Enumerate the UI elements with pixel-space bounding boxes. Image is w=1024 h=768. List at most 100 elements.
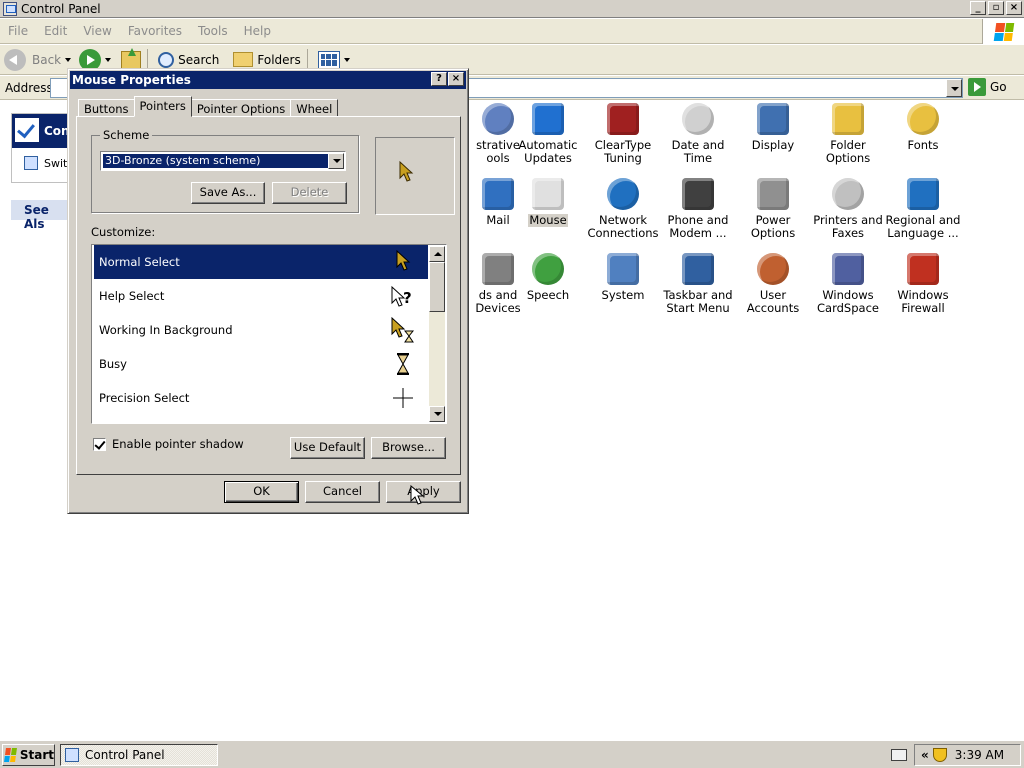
dialog-close-button[interactable]: × <box>448 72 464 86</box>
search-button[interactable]: Search <box>158 51 219 68</box>
keyboard-icon[interactable] <box>891 749 907 761</box>
window-title: Control Panel <box>21 1 101 16</box>
control-panel-item[interactable]: Regional and Language ... <box>883 178 963 240</box>
clock[interactable]: 3:39 AM <box>955 748 1004 762</box>
ok-button[interactable]: OK <box>224 481 299 503</box>
minimize-button[interactable]: _ <box>970 1 986 15</box>
scroll-up-button[interactable] <box>429 246 445 262</box>
control-panel-item[interactable]: Date and Time <box>658 103 738 165</box>
views-button[interactable] <box>317 50 354 69</box>
control-panel-item-label: Automatic Updates <box>518 138 578 165</box>
control-panel-item[interactable]: Windows Firewall <box>883 253 963 315</box>
cursor-list-scrollbar[interactable] <box>429 246 445 422</box>
scroll-down-button[interactable] <box>429 406 445 422</box>
help-button[interactable]: ? <box>431 72 447 86</box>
control-panel-check-icon <box>14 117 40 143</box>
help-select-cursor-icon: ? <box>391 285 412 307</box>
window-titlebar[interactable]: Control Panel _ ▫ × <box>0 0 1024 18</box>
chevron-down-icon <box>65 57 72 62</box>
menu-tools[interactable]: Tools <box>190 24 236 38</box>
control-panel-item[interactable]: Mouse <box>508 178 588 227</box>
close-button[interactable]: × <box>1006 1 1022 15</box>
security-shield-icon[interactable] <box>932 748 947 762</box>
dialog-title: Mouse Properties <box>72 73 191 87</box>
control-panel-item[interactable]: Speech <box>508 253 588 302</box>
control-panel-item-label: Display <box>751 138 795 152</box>
chevron-down-icon <box>105 57 112 62</box>
list-item[interactable]: Busy <box>94 347 428 381</box>
windows-flag-icon <box>4 748 17 762</box>
control-panel-item-label: Mail <box>486 213 510 227</box>
dialog-tabs: Buttons Pointers Pointer Options Wheel <box>78 96 339 117</box>
pointer-shadow-checkbox[interactable]: Enable pointer shadow <box>93 437 244 451</box>
control-panel-item-label: Power Options <box>750 213 796 240</box>
crosshair-icon <box>393 388 413 408</box>
scheme-label: Scheme <box>100 128 153 142</box>
tab-wheel[interactable]: Wheel <box>290 99 339 117</box>
control-panel-item[interactable]: Fonts <box>883 103 963 152</box>
tab-buttons[interactable]: Buttons <box>78 99 135 117</box>
list-item[interactable]: Help Select ? <box>94 279 428 313</box>
dialog-titlebar[interactable]: Mouse Properties ? × <box>70 71 466 89</box>
cardspace-icon <box>832 253 864 285</box>
address-dropdown-button[interactable] <box>946 79 962 97</box>
control-panel-item-label: Folder Options <box>825 138 871 165</box>
control-panel-item[interactable]: Folder Options <box>808 103 888 165</box>
cancel-button[interactable]: Cancel <box>305 481 380 503</box>
save-as-button[interactable]: Save As... <box>191 182 265 204</box>
cursor-list[interactable]: Normal Select Help Select ? Working In B… <box>91 244 447 424</box>
up-folder-icon[interactable] <box>121 47 142 69</box>
control-panel-item[interactable]: Windows CardSpace <box>808 253 888 315</box>
show-hidden-icons-chevron-icon[interactable]: « <box>921 748 929 762</box>
folders-button[interactable]: Folders <box>233 52 301 67</box>
see-also-header[interactable]: See Als <box>11 200 71 231</box>
taskbar-icon <box>682 253 714 285</box>
address-label: Address <box>5 80 53 95</box>
control-panel-item[interactable]: Taskbar and Start Menu <box>658 253 738 315</box>
menu-file[interactable]: File <box>0 24 36 38</box>
scheme-dropdown-button[interactable] <box>328 153 344 169</box>
use-default-button[interactable]: Use Default <box>290 437 365 459</box>
control-panel-item[interactable]: Network Connections <box>583 178 663 240</box>
menu-help[interactable]: Help <box>236 24 279 38</box>
list-item[interactable]: Normal Select <box>94 245 428 279</box>
views-icon <box>317 50 340 69</box>
scheme-select[interactable]: 3D-Bronze (system scheme) <box>100 151 346 171</box>
menu-view[interactable]: View <box>75 24 119 38</box>
switch-view-link[interactable]: Swit <box>12 148 70 170</box>
maximize-button[interactable]: ▫ <box>988 1 1004 15</box>
delete-button[interactable]: Delete <box>272 182 347 204</box>
tab-pointers[interactable]: Pointers <box>133 96 192 117</box>
tab-pointer-options[interactable]: Pointer Options <box>190 99 292 117</box>
speech-icon <box>532 253 564 285</box>
search-icon <box>158 51 175 68</box>
control-panel-item[interactable]: Power Options <box>733 178 813 240</box>
list-item[interactable]: Precision Select <box>94 381 428 415</box>
start-button[interactable]: Start <box>2 744 55 766</box>
taskbar: Start Control Panel « 3:39 AM <box>0 740 1024 768</box>
go-arrow-icon <box>968 78 986 96</box>
browse-button[interactable]: Browse... <box>371 437 446 459</box>
menu-favorites[interactable]: Favorites <box>120 24 190 38</box>
working-background-cursor-icon <box>391 317 415 343</box>
cursor-preview <box>375 137 455 215</box>
control-panel-item[interactable]: Display <box>733 103 813 152</box>
taskbar-item-control-panel[interactable]: Control Panel <box>60 744 218 766</box>
go-button[interactable]: Go <box>968 78 1007 96</box>
fonts-icon <box>907 103 939 135</box>
control-panel-item[interactable]: Automatic Updates <box>508 103 588 165</box>
control-panel-item[interactable]: User Accounts <box>733 253 813 315</box>
back-button[interactable]: Back <box>4 48 75 71</box>
scroll-thumb[interactable] <box>429 262 445 312</box>
folder-options-icon <box>832 103 864 135</box>
list-item[interactable]: Working In Background <box>94 313 428 347</box>
control-panel-item-label: Printers and Faxes <box>813 213 883 240</box>
control-panel-item[interactable]: System <box>583 253 663 302</box>
system-icon <box>607 253 639 285</box>
control-panel-item[interactable]: Printers and Faxes <box>808 178 888 240</box>
menu-edit[interactable]: Edit <box>36 24 75 38</box>
control-panel-item[interactable]: Phone and Modem ... <box>658 178 738 240</box>
scheme-group: Scheme 3D-Bronze (system scheme) Save As… <box>91 128 359 213</box>
control-panel-item[interactable]: ClearType Tuning <box>583 103 663 165</box>
customize-label: Customize: <box>91 225 156 239</box>
